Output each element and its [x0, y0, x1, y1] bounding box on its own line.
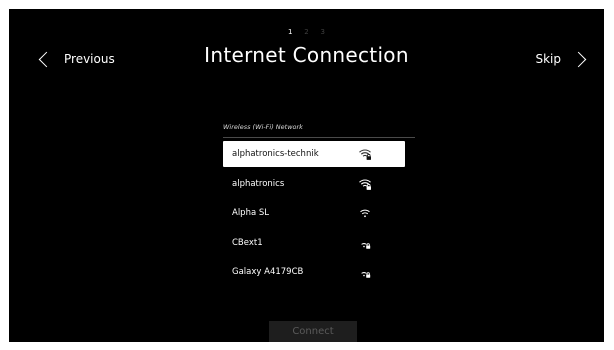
skip-button[interactable]: Skip: [535, 46, 587, 72]
wifi-open-icon: [360, 209, 370, 218]
step-3: 3: [320, 28, 325, 36]
page-title: Internet Connection: [204, 43, 409, 67]
skip-label: Skip: [535, 52, 561, 66]
wifi-secured-strong-icon: [359, 178, 371, 190]
step-2: 2: [304, 28, 309, 36]
step-indicator: 1 2 3: [9, 28, 604, 36]
connect-button[interactable]: Connect: [269, 321, 357, 342]
step-1: 1: [288, 28, 293, 36]
chevron-right-icon: [570, 51, 587, 67]
network-item[interactable]: Galaxy A4179CB: [223, 259, 405, 285]
wifi-secured-weak-icon: [361, 242, 371, 249]
wifi-secured-strong-icon: [359, 149, 371, 160]
network-name: Galaxy A4179CB: [232, 267, 304, 277]
network-name: alphatronics: [232, 178, 285, 189]
network-name: CBext1: [232, 237, 263, 248]
network-item[interactable]: alphatronics-technik: [223, 141, 405, 167]
section-divider: [223, 137, 415, 138]
section-label: Wireless (Wi-Fi) Network: [223, 123, 303, 131]
network-item[interactable]: CBext1: [223, 230, 405, 256]
network-item[interactable]: Alpha SL: [223, 200, 405, 226]
network-name: Alpha SL: [232, 208, 270, 218]
wifi-secured-weak-icon: [361, 272, 371, 278]
network-name: alphatronics-technik: [232, 149, 319, 159]
network-list: alphatronics-technik alphatronics Alpha …: [223, 141, 405, 289]
network-item[interactable]: alphatronics: [223, 171, 405, 197]
setup-screen: 1 2 3 Previous Internet Connection Skip …: [9, 9, 604, 342]
